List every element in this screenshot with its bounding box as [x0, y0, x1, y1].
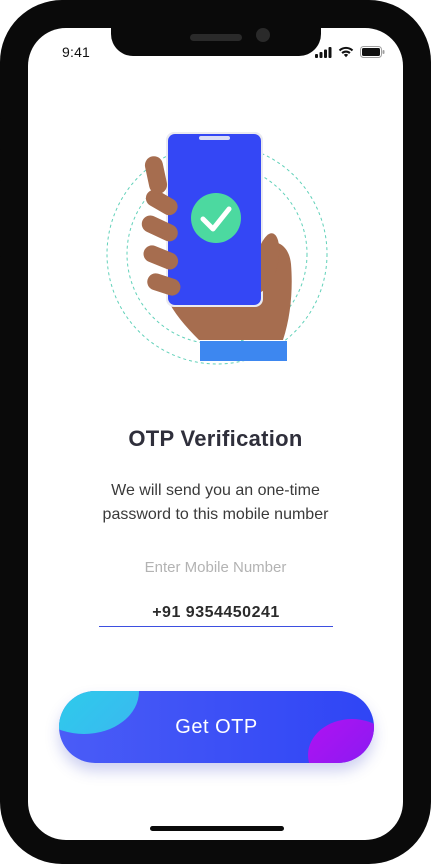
get-otp-button-label: Get OTP [175, 715, 258, 738]
battery-icon [360, 46, 385, 58]
hand-holding-phone-verified-illustration [106, 132, 328, 365]
front-camera [256, 28, 270, 42]
screen: 9:41 OTP Verification We will send you a… [28, 28, 403, 840]
description-line-2: password to this mobile number [102, 506, 329, 523]
speaker [190, 34, 242, 41]
description-line-1: We will send you an one-time [111, 482, 320, 499]
page-title: OTP Verification [128, 426, 303, 451]
side-button-left-3 [0, 256, 2, 316]
decorative-blob-purple [308, 719, 374, 763]
status-icons [315, 46, 385, 58]
decorative-blob-cyan [59, 691, 139, 734]
side-button-left-1 [0, 118, 2, 150]
home-indicator[interactable] [150, 826, 284, 831]
description-text: We will send you an one-time password to… [68, 479, 363, 527]
status-time: 9:41 [62, 44, 91, 60]
mobile-number-input[interactable] [99, 599, 333, 627]
cellular-signal-icon [315, 46, 332, 58]
get-otp-button[interactable]: Get OTP [59, 691, 374, 763]
mobile-number-label: Enter Mobile Number [144, 559, 287, 576]
wifi-icon [338, 46, 354, 58]
notch [111, 28, 321, 56]
side-button-left-2 [0, 180, 2, 240]
